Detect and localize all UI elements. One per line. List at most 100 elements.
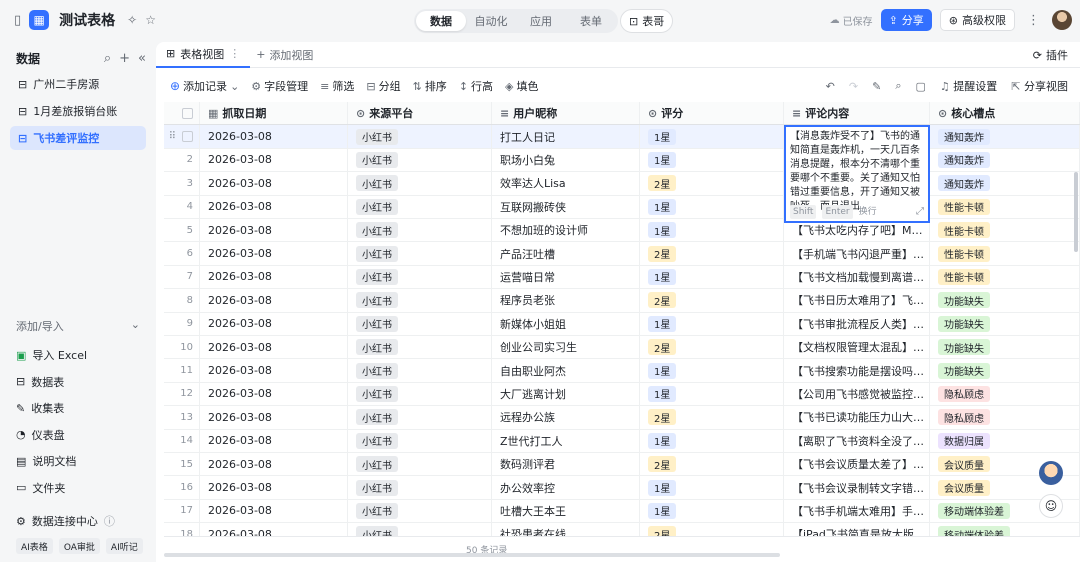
edit-icon[interactable]: ✎ [872,80,881,93]
rating-cell[interactable]: 1星 [640,382,784,406]
date-cell[interactable]: 2026-03-08 [200,242,348,265]
issue-cell[interactable]: 数据归属 [930,429,1080,452]
user-cell[interactable]: 远程办公族 [492,406,640,429]
row-index[interactable]: 2 [164,148,200,172]
comment-cell[interactable]: 【手机端飞书闪退严重】iPh... [784,242,930,265]
sidebar-item-table-3[interactable]: ⊟ 飞书差评监控 [10,126,146,150]
user-cell[interactable]: 程序员老张 [492,289,640,312]
search-icon[interactable]: ⌕ [104,51,111,66]
user-cell[interactable]: 新媒体小姐姐 [492,312,640,335]
checkbox[interactable] [182,107,193,119]
tab-data[interactable]: 数据 [416,11,466,31]
user-cell[interactable]: 打工人日记 [492,125,640,148]
table-row[interactable]: 6 2026-03-08 小红书 产品汪吐槽 2星 【手机端飞书闪退严重】iPh... 性能… [164,242,1080,266]
new-dashboard-item[interactable]: ◔ 仪表盘 [16,422,146,449]
row-index[interactable]: 14 [164,429,200,452]
comment-editor[interactable]: 【消息轰炸受不了】飞书的通知简直是轰炸机，一天几百条消息提醒，根本分不清哪个重要… [784,125,930,224]
redo-icon[interactable]: ↷ [849,80,858,93]
date-cell[interactable]: 2026-03-08 [200,148,348,172]
date-cell[interactable]: 2026-03-08 [200,476,348,499]
issue-cell[interactable]: 通知轰炸 [930,125,1080,148]
help-icon[interactable]: ⓘ [104,513,115,529]
row-index[interactable]: 8 [164,289,200,312]
date-cell[interactable]: 2026-03-08 [200,336,348,359]
expand-icon[interactable]: ⤢ [916,205,924,219]
column-header[interactable]: ⊙ 评分 [640,102,784,125]
column-header[interactable]: ≡ 用户昵称 [492,102,640,125]
rating-cell[interactable]: 1星 [640,312,784,335]
platform-cell[interactable]: 小红书 [348,219,492,242]
row-index[interactable]: 12 [164,382,200,406]
user-cell[interactable]: 产品汪吐槽 [492,242,640,265]
tag-ai-minutes[interactable]: AI听记 [105,538,143,554]
platform-cell[interactable]: 小红书 [348,382,492,406]
date-cell[interactable]: 2026-03-08 [200,453,348,476]
rating-cell[interactable]: 2星 [640,406,784,429]
rating-cell[interactable]: 1星 [640,148,784,172]
issue-cell[interactable]: 性能卡顿 [930,242,1080,265]
date-cell[interactable]: 2026-03-08 [200,312,348,335]
add-record-button[interactable]: ⊕ 添加记录 ⌄ [170,78,239,94]
issue-cell[interactable]: 功能缺失 [930,336,1080,359]
platform-cell[interactable]: 小红书 [348,242,492,265]
row-index[interactable]: 7 [164,265,200,289]
search-icon[interactable]: ⌕ [895,79,901,93]
sidebar-item-table-2[interactable]: ⊟ 1月差旅报销台账 [10,99,146,123]
table-row[interactable]: 5 2026-03-08 小红书 不想加班的设计师 1星 【飞书太吃内存了吧】M2 M..… [164,219,1080,243]
date-cell[interactable]: 2026-03-08 [200,382,348,406]
platform-cell[interactable]: 小红书 [348,359,492,382]
comment-cell[interactable]: 【飞书会议质量太差了】视... [784,453,930,476]
issue-cell[interactable]: 隐私顾虑 [930,382,1080,406]
table-row[interactable]: 9 2026-03-08 小红书 新媒体小姐姐 1星 【飞书审批流程反人类】审... 功能缺… [164,312,1080,336]
date-cell[interactable]: 2026-03-08 [200,265,348,289]
row-index[interactable]: 15 [164,453,200,476]
drag-handle-icon[interactable]: ⠿ [169,131,176,142]
table-row[interactable]: ⠿ 2026-03-08 小红书 打工人日记 1星 通知轰炸 [164,125,1080,149]
more-icon[interactable]: ⋮ [229,47,240,60]
undo-icon[interactable]: ↶ [826,80,835,93]
user-cell[interactable]: 数码测评君 [492,453,640,476]
row-index[interactable]: 6 [164,242,200,265]
user-cell[interactable]: 互联网搬砖侠 [492,195,640,218]
plugin-button[interactable]: ⟳ 插件 [1033,47,1068,63]
comment-cell[interactable]: 【飞书搜索功能是摆设吗】... [784,359,930,382]
add-view-button[interactable]: + 添加视图 [256,47,313,63]
data-connect-center[interactable]: ⚙ 数据连接中心 ⓘ [16,513,115,529]
user-cell[interactable]: 吐槽大王本王 [492,499,640,523]
row-index[interactable]: 13 [164,406,200,429]
vertical-scrollbar[interactable] [1074,172,1078,252]
date-cell[interactable]: 2026-03-08 [200,125,348,148]
tab-automation[interactable]: 自动化 [466,11,516,31]
remind-settings-button[interactable]: ♫ 提醒设置 [940,78,997,94]
rating-cell[interactable]: 2星 [640,242,784,265]
rating-cell[interactable]: 1星 [640,125,784,148]
issue-cell[interactable]: 性能卡顿 [930,219,1080,242]
chat-icon[interactable]: ☺ [1039,494,1063,518]
platform-cell[interactable]: 小红书 [348,429,492,452]
issue-cell[interactable]: 功能缺失 [930,359,1080,382]
row-index[interactable]: 5 [164,219,200,242]
user-cell[interactable]: 职场小白兔 [492,148,640,172]
filter-button[interactable]: ≡ 筛选 [320,78,354,94]
rating-cell[interactable]: 2星 [640,172,784,195]
platform-cell[interactable]: 小红书 [348,336,492,359]
date-cell[interactable]: 2026-03-08 [200,219,348,242]
row-index[interactable]: 4 [164,195,200,218]
field-manage-button[interactable]: ⚙ 字段管理 [251,78,308,94]
comment-cell[interactable]: 【公司用飞书感觉被监控】... [784,382,930,406]
row-index[interactable]: 3 [164,172,200,195]
user-cell[interactable]: 运营喵日常 [492,265,640,289]
rating-cell[interactable]: 1星 [640,476,784,499]
user-cell[interactable]: 不想加班的设计师 [492,219,640,242]
row-index[interactable]: 9 [164,312,200,335]
table-row[interactable]: 2 2026-03-08 小红书 职场小白兔 1星 通知轰炸 [164,148,1080,173]
comment-cell[interactable]: 【文档权限管理太混乱】飞... [784,336,930,359]
date-cell[interactable]: 2026-03-08 [200,499,348,523]
comment-cell[interactable]: 【飞书已读功能压力山大】... [784,406,930,429]
tab-apps[interactable]: 应用 [516,11,566,31]
platform-cell[interactable]: 小红书 [348,148,492,172]
rating-cell[interactable]: 1星 [640,359,784,382]
doc-title[interactable]: 测试表格 [59,10,115,30]
date-cell[interactable]: 2026-03-08 [200,195,348,218]
sidebar-toggle-icon[interactable]: ▯ [14,13,21,28]
